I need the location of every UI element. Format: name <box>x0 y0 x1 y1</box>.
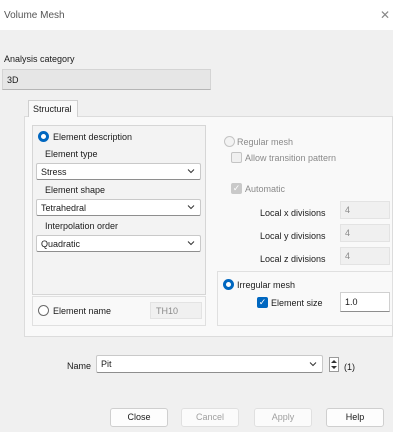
allow-transition-label: Allow transition pattern <box>245 153 337 163</box>
element-shape-value: Tetrahedral <box>41 203 87 213</box>
local-y-field: 4 <box>340 224 390 242</box>
spin-updown-icon[interactable] <box>329 357 339 372</box>
element-size-value: 1.0 <box>345 297 358 307</box>
interpolation-order-value: Quadratic <box>41 239 81 249</box>
irregular-mesh-radio[interactable] <box>223 279 234 290</box>
element-description-label: Element description <box>53 132 133 142</box>
element-shape-label: Element shape <box>45 185 106 195</box>
analysis-category-label: Analysis category <box>4 54 75 64</box>
automatic-checkbox[interactable]: ✓ <box>231 183 242 194</box>
close-button[interactable]: Close <box>110 408 168 427</box>
chevron-down-icon <box>187 241 195 246</box>
local-z-label: Local z divisions <box>260 254 326 264</box>
regular-mesh-label: Regular mesh <box>237 137 294 147</box>
irregular-mesh-label: Irregular mesh <box>237 280 296 290</box>
local-z-field: 4 <box>340 247 390 265</box>
chevron-down-icon <box>309 362 317 367</box>
help-button[interactable]: Help <box>326 408 384 427</box>
name-value: Pit <box>101 359 112 369</box>
local-z-value: 4 <box>345 251 351 261</box>
element-type-label: Element type <box>45 149 98 159</box>
tab-structural[interactable]: Structural <box>28 100 78 117</box>
automatic-label: Automatic <box>245 184 286 194</box>
element-type-value: Stress <box>41 167 67 177</box>
element-size-input[interactable]: 1.0 <box>340 292 390 312</box>
element-description-radio[interactable] <box>38 131 49 142</box>
element-name-radio[interactable] <box>38 305 49 316</box>
cancel-button[interactable]: Cancel <box>181 408 239 427</box>
apply-button[interactable]: Apply <box>254 408 312 427</box>
close-icon[interactable]: ✕ <box>380 9 390 21</box>
element-type-combo[interactable]: Stress <box>36 163 201 180</box>
interpolation-order-label: Interpolation order <box>45 221 119 231</box>
element-shape-combo[interactable]: Tetrahedral <box>36 199 201 216</box>
regular-mesh-radio[interactable] <box>224 136 235 147</box>
local-x-value: 4 <box>345 205 351 215</box>
element-size-checkbox[interactable]: ✓ <box>257 297 268 308</box>
local-y-label: Local y divisions <box>260 231 326 241</box>
window-title: Volume Mesh <box>4 10 65 21</box>
chevron-down-icon <box>187 169 195 174</box>
element-size-label: Element size <box>271 298 323 308</box>
name-counter: (1) <box>344 362 355 372</box>
element-name-field: TH10 <box>150 302 202 319</box>
analysis-category-field: 3D <box>2 69 211 90</box>
name-combo[interactable]: Pit <box>96 355 323 373</box>
local-x-label: Local x divisions <box>260 208 326 218</box>
element-name-label: Element name <box>53 306 112 316</box>
tab-structural-label: Structural <box>33 104 72 114</box>
interpolation-order-combo[interactable]: Quadratic <box>36 235 201 252</box>
name-label: Name <box>67 361 92 371</box>
chevron-down-icon <box>187 205 195 210</box>
local-x-field: 4 <box>340 201 390 219</box>
analysis-category-value: 3D <box>7 75 19 85</box>
allow-transition-checkbox[interactable] <box>231 152 242 163</box>
local-y-value: 4 <box>345 228 351 238</box>
element-name-value: TH10 <box>156 306 179 316</box>
